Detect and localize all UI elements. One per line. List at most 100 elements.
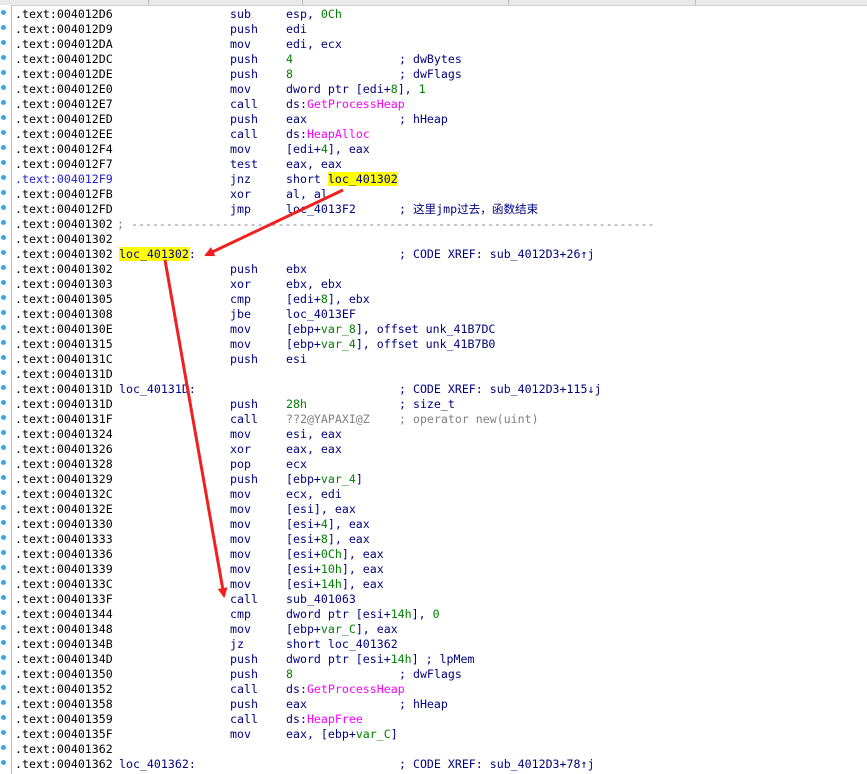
operands[interactable]: loc_4013F2: [286, 202, 356, 217]
mnemonic[interactable]: call: [230, 97, 258, 112]
mnemonic[interactable]: mov: [230, 82, 251, 97]
operands[interactable]: 8: [286, 667, 293, 682]
breakpoint-dot-icon[interactable]: [1, 400, 6, 405]
code-line[interactable]: .text:00401348 mov [ebp+var_C], eax: [12, 622, 867, 637]
address[interactable]: .text:004012ED: [15, 112, 113, 127]
breakpoint-dot-icon[interactable]: [1, 535, 6, 540]
code-line[interactable]: .text:0040131D loc_40131D: ; CODE XREF: su…: [12, 382, 867, 397]
address[interactable]: .text:00401362: [15, 742, 113, 757]
code-line[interactable]: .text:0040134B jz short loc_401362: [12, 637, 867, 652]
operands[interactable]: eax: [286, 697, 307, 712]
operands[interactable]: [ebp+var_4], offset unk_41B7B0: [286, 337, 495, 352]
code-line[interactable]: .text:004012DE push 8 ; dwFlags: [12, 67, 867, 82]
breakpoint-dot-icon[interactable]: [1, 235, 6, 240]
address[interactable]: .text:00401348: [15, 622, 113, 637]
operands[interactable]: short loc_401362: [286, 637, 398, 652]
mnemonic[interactable]: mov: [230, 727, 251, 742]
breakpoint-dot-icon[interactable]: [1, 655, 6, 660]
address[interactable]: .text:00401326: [15, 442, 113, 457]
code-line[interactable]: .text:00401362 loc_401362: ; CODE XREF: su…: [12, 757, 867, 772]
mnemonic[interactable]: xor: [230, 442, 251, 457]
code-line[interactable]: .text:004012FD jmp loc_4013F2 ; 这里jmp过去，函数结…: [12, 202, 867, 217]
code-line[interactable]: .text:00401358 push eax ; hHeap: [12, 697, 867, 712]
breakpoint-dot-icon[interactable]: [1, 610, 6, 615]
breakpoint-dot-icon[interactable]: [1, 580, 6, 585]
address[interactable]: .text:0040131F: [15, 412, 113, 427]
code-line[interactable]: .text:00401352 call ds:GetProcessHeap: [12, 682, 867, 697]
mnemonic[interactable]: call: [230, 592, 258, 607]
operands[interactable]: [edi+8], ebx: [286, 292, 370, 307]
operands[interactable]: [esi+4], eax: [286, 517, 370, 532]
address[interactable]: .text:004012D6: [15, 7, 113, 22]
address[interactable]: .text:0040132E: [15, 502, 113, 517]
mnemonic[interactable]: push: [230, 352, 258, 367]
operands[interactable]: loc_4013EF: [286, 307, 356, 322]
operands[interactable]: [edi+4], eax: [286, 142, 370, 157]
code-line[interactable]: .text:00401302 push ebx: [12, 262, 867, 277]
mnemonic[interactable]: call: [230, 682, 258, 697]
operands[interactable]: 4: [286, 52, 293, 67]
code-label[interactable]: loc_40131D:: [119, 382, 196, 397]
code-line[interactable]: .text:004012E0 mov dword ptr [edi+8], 1: [12, 82, 867, 97]
breakpoint-dot-icon[interactable]: [1, 385, 6, 390]
address[interactable]: .text:0040134B: [15, 637, 113, 652]
operands[interactable]: dword ptr [edi+8], 1: [286, 82, 426, 97]
operands[interactable]: short loc_401302: [286, 172, 398, 187]
mnemonic[interactable]: call: [230, 412, 258, 427]
mnemonic[interactable]: mov: [230, 487, 251, 502]
mnemonic[interactable]: xor: [230, 187, 251, 202]
mnemonic[interactable]: push: [230, 112, 258, 127]
code-line[interactable]: .text:00401303 xor ebx, ebx: [12, 277, 867, 292]
mnemonic[interactable]: jbe: [230, 307, 251, 322]
operand-token[interactable]: loc_401302: [327, 172, 398, 186]
breakpoint-dot-icon[interactable]: [1, 280, 6, 285]
address[interactable]: .text:0040135F: [15, 727, 113, 742]
code-line[interactable]: .text:0040132E mov [esi], eax: [12, 502, 867, 517]
operands[interactable]: ds:HeapFree: [286, 712, 363, 727]
code-line[interactable]: .text:0040134D push dword ptr [esi+14h] ; …: [12, 652, 867, 667]
code-line[interactable]: .text:0040133F call sub_401063: [12, 592, 867, 607]
address[interactable]: .text:00401359: [15, 712, 113, 727]
operand-token[interactable]: GetProcessHeap: [307, 97, 405, 111]
operands[interactable]: [esi+10h], eax: [286, 562, 384, 577]
code-line[interactable]: .text:0040133C mov [esi+14h], eax: [12, 577, 867, 592]
code-line[interactable]: .text:00401336 mov [esi+0Ch], eax: [12, 547, 867, 562]
breakpoint-dot-icon[interactable]: [1, 205, 6, 210]
address[interactable]: .text:00401302: [15, 262, 113, 277]
operands[interactable]: [ebp+var_4]: [286, 472, 363, 487]
address[interactable]: .text:00401305: [15, 292, 113, 307]
operands[interactable]: eax, eax: [286, 442, 342, 457]
label-name[interactable]: loc_401302: [119, 247, 189, 261]
address[interactable]: .text:00401302: [15, 232, 113, 247]
breakpoint-dot-icon[interactable]: [1, 325, 6, 330]
address[interactable]: .text:00401315: [15, 337, 113, 352]
code-line[interactable]: .text:004012F4 mov [edi+4], eax: [12, 142, 867, 157]
address[interactable]: .text:00401358: [15, 697, 113, 712]
breakpoint-dot-icon[interactable]: [1, 745, 6, 750]
mnemonic[interactable]: mov: [230, 532, 251, 547]
address[interactable]: .text:00401329: [15, 472, 113, 487]
breakpoint-dot-icon[interactable]: [1, 670, 6, 675]
mnemonic[interactable]: push: [230, 667, 258, 682]
mnemonic[interactable]: mov: [230, 427, 251, 442]
operands[interactable]: [esi], eax: [286, 502, 356, 517]
breakpoint-dot-icon[interactable]: [1, 715, 6, 720]
address[interactable]: .text:00401339: [15, 562, 113, 577]
code-line[interactable]: .text:0040132C mov ecx, edi: [12, 487, 867, 502]
mnemonic[interactable]: mov: [230, 517, 251, 532]
breakpoint-dot-icon[interactable]: [1, 130, 6, 135]
mnemonic[interactable]: push: [230, 22, 258, 37]
address[interactable]: .text:004012EE: [15, 127, 113, 142]
mnemonic[interactable]: push: [230, 52, 258, 67]
breakpoint-dot-icon[interactable]: [1, 85, 6, 90]
code-line[interactable]: .text:00401302 ; ------------------------…: [12, 217, 867, 232]
code-line[interactable]: .text:004012D9 push edi: [12, 22, 867, 37]
code-line[interactable]: .text:00401326 xor eax, eax: [12, 442, 867, 457]
address[interactable]: .text:004012DA: [15, 37, 113, 52]
mnemonic[interactable]: mov: [230, 322, 251, 337]
breakpoint-dot-icon[interactable]: [1, 340, 6, 345]
code-line[interactable]: .text:004012DC push 4 ; dwBytes: [12, 52, 867, 67]
address[interactable]: .text:0040131D: [15, 367, 113, 382]
mnemonic[interactable]: mov: [230, 547, 251, 562]
code-line[interactable]: .text:0040131C push esi: [12, 352, 867, 367]
